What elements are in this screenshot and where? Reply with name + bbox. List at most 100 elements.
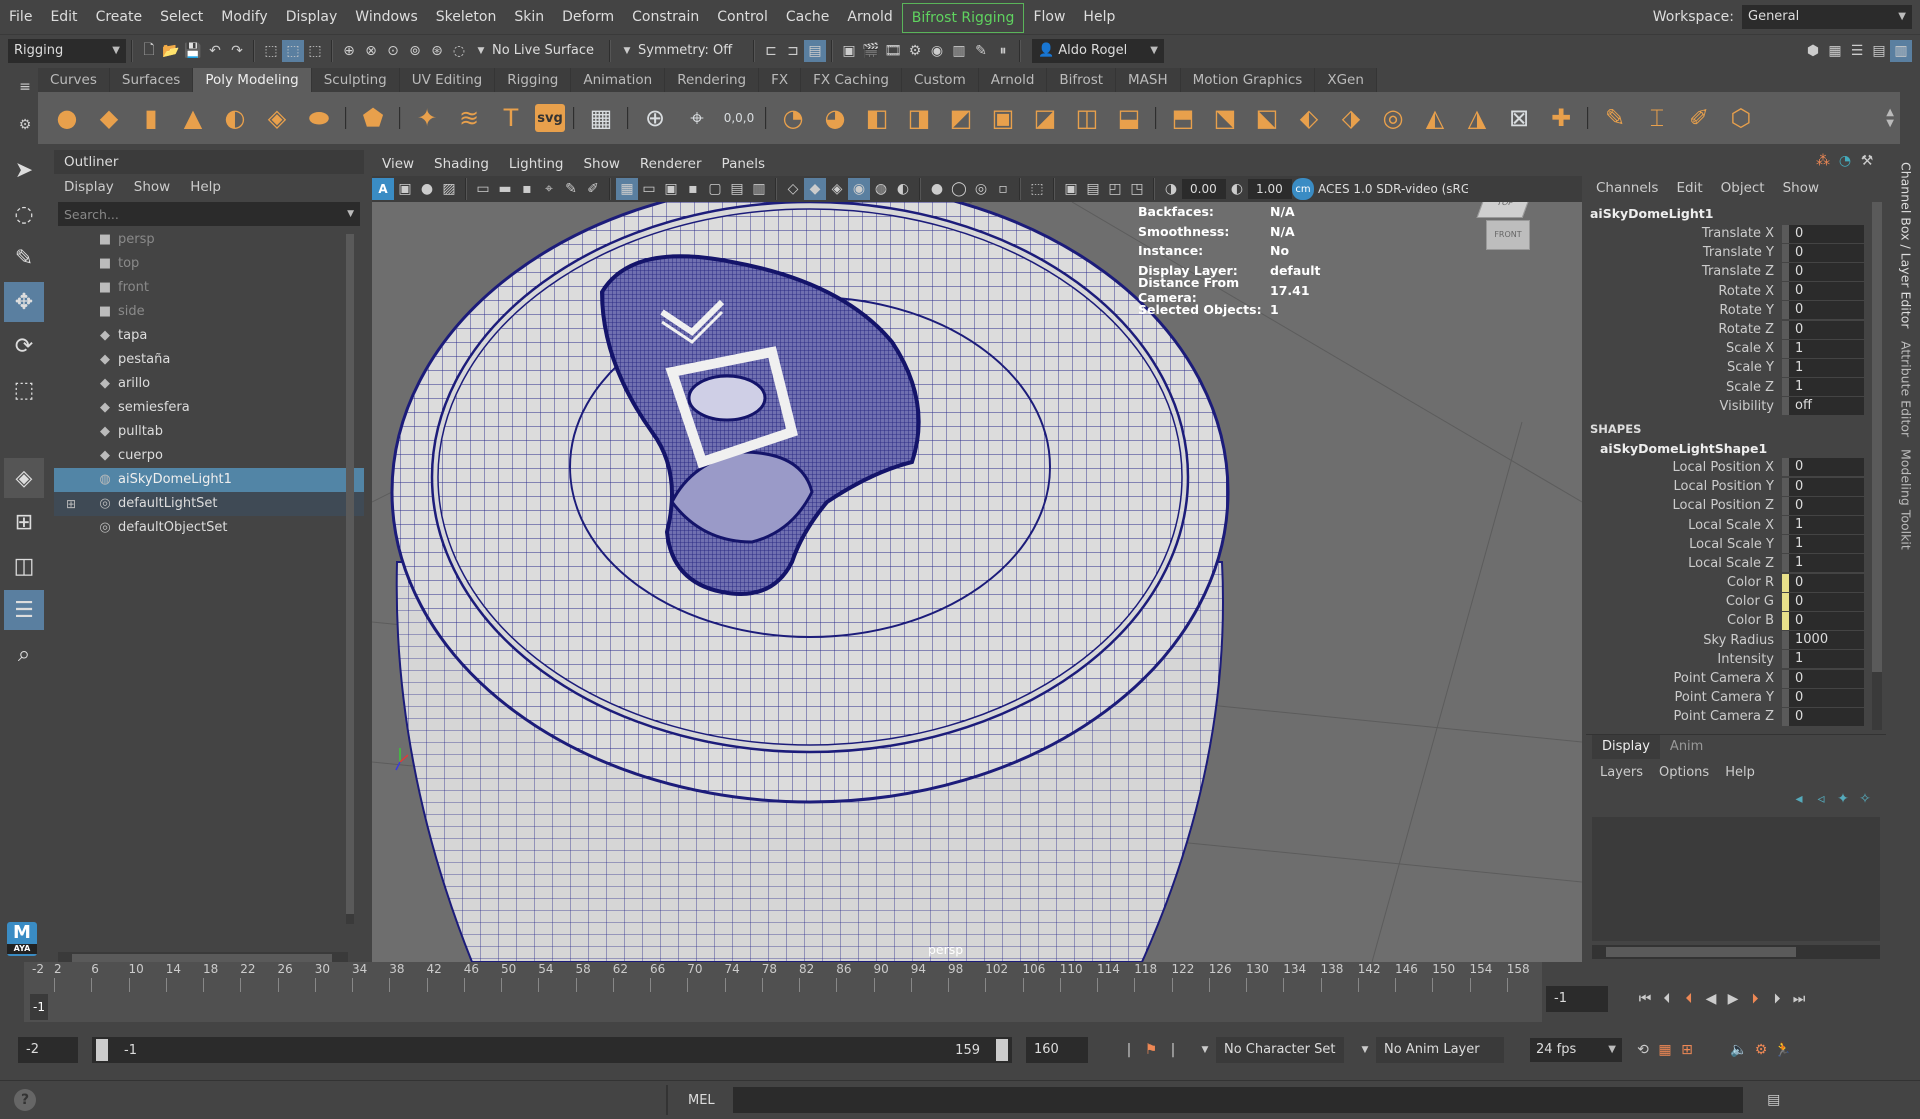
menu-skeleton[interactable]: Skeleton	[427, 0, 506, 34]
mel-label[interactable]: MEL	[688, 1093, 715, 1108]
isolate-icon[interactable]: ●	[926, 178, 948, 200]
outliner-item[interactable]: ◆ pulltab	[54, 420, 364, 444]
sweep-mesh-icon[interactable]: ≋	[451, 100, 487, 136]
fps-dropdown[interactable]: 24 fps ▼	[1530, 1038, 1622, 1062]
shelf-tab-mash[interactable]: MASH	[1116, 68, 1181, 92]
motion-blur-icon[interactable]: ◐	[892, 178, 914, 200]
channel-row[interactable]: Point Camera Z 0	[1586, 707, 1886, 726]
open-scene-icon[interactable]: 📂	[160, 40, 182, 62]
channel-row[interactable]: Visibility off	[1586, 397, 1886, 416]
collapse-icon[interactable]: ◭	[1417, 100, 1453, 136]
script-editor-icon[interactable]: ▤	[1763, 1089, 1785, 1111]
channel-value[interactable]: 1	[1789, 378, 1864, 397]
scroll-thumb[interactable]	[1872, 202, 1882, 672]
channel-value[interactable]: 1	[1789, 339, 1864, 358]
shelf-tab-rendering[interactable]: Rendering	[665, 68, 760, 92]
nav-icon[interactable]: ◰	[1104, 178, 1126, 200]
scroll-thumb[interactable]	[1606, 947, 1796, 957]
channel-value[interactable]: 1000	[1789, 631, 1864, 650]
gamma-icon[interactable]: ◐	[1226, 178, 1248, 200]
new-scene-icon[interactable]: 🗋	[138, 40, 160, 62]
chevron-down-icon[interactable]: ▼	[347, 209, 354, 219]
shelf-tab-poly-modeling[interactable]: Poly Modeling	[193, 68, 312, 92]
channel-value[interactable]: 0	[1789, 688, 1864, 707]
new-layer-selected-icon[interactable]: ✧	[1854, 788, 1876, 810]
tab-attribute-editor[interactable]: Attribute Editor	[1899, 341, 1914, 437]
workspace-dropdown[interactable]: General ▼	[1742, 5, 1912, 29]
outliner-menu-help[interactable]: Help	[180, 174, 231, 200]
snap-live-icon[interactable]: ◌	[448, 40, 470, 62]
character-run-icon[interactable]: 🏃	[1772, 1039, 1794, 1061]
layer-menu-layers[interactable]: Layers	[1600, 765, 1643, 780]
channel-row[interactable]: Color R 0	[1586, 573, 1886, 592]
delete-history-icon[interactable]: ⌖	[679, 100, 715, 136]
outliner-item[interactable]: ◍ aiSkyDomeLight1	[54, 468, 364, 492]
quad-draw-icon[interactable]: ⊠	[1501, 100, 1537, 136]
expand-icon[interactable]: ⊞	[66, 492, 76, 516]
menu-edit[interactable]: Edit	[41, 0, 86, 34]
output-ops-icon[interactable]: ▤	[804, 39, 826, 62]
menu-control[interactable]: Control	[708, 0, 777, 34]
separate-icon[interactable]: ◕	[817, 100, 853, 136]
channel-row[interactable]: Local Position Y 0	[1586, 477, 1886, 496]
fill-hole-icon[interactable]: ⬖	[1291, 100, 1327, 136]
chevron-down-icon[interactable]: ▼	[1194, 1039, 1216, 1061]
pause-icon[interactable]: ⏸	[992, 40, 1014, 62]
layer-tab-display[interactable]: Display	[1592, 735, 1660, 759]
layer-hscrollbar[interactable]	[1592, 945, 1880, 959]
textured-cube-icon[interactable]: ◆	[804, 178, 826, 200]
retopologize-icon[interactable]: ◪	[1027, 100, 1063, 136]
layer-menu-help[interactable]: Help	[1725, 765, 1755, 780]
snap-point-icon[interactable]: ⊙	[382, 40, 404, 62]
scale-tool-icon[interactable]: ⬚	[4, 370, 44, 410]
menu-flow[interactable]: Flow	[1024, 0, 1074, 34]
frame-icon[interactable]: ◳	[1126, 178, 1148, 200]
poly-platonic-icon[interactable]: ⬟	[355, 100, 391, 136]
select-object-icon[interactable]: ⬚	[282, 39, 304, 62]
attribute-icon[interactable]: ◔	[1834, 150, 1856, 172]
channel-value[interactable]: 0	[1789, 458, 1864, 477]
xray-icon[interactable]: ▥	[748, 178, 770, 200]
shelf-tab-xgen[interactable]: XGen	[1315, 68, 1377, 92]
gamma-field[interactable]: 1.00	[1248, 179, 1292, 199]
channel-value[interactable]: 0	[1789, 707, 1864, 726]
loop-icon[interactable]: ⟲	[1632, 1039, 1654, 1061]
channel-value[interactable]: 0	[1789, 282, 1864, 301]
shelf-tab-sculpting[interactable]: Sculpting	[311, 68, 400, 92]
channel-row[interactable]: Point Camera X 0	[1586, 669, 1886, 688]
viewport-menu-show[interactable]: Show	[573, 152, 629, 176]
channel-row[interactable]: Rotate X 0	[1586, 282, 1886, 301]
menu-help[interactable]: Help	[1074, 0, 1124, 34]
channel-value[interactable]: 1	[1789, 554, 1864, 573]
node-name[interactable]: aiSkyDomeLight1	[1586, 204, 1886, 224]
channel-row[interactable]: Intensity 1	[1586, 650, 1886, 669]
attribute-editor-icon[interactable]: ☰	[1846, 40, 1868, 62]
gate-mask-icon[interactable]: ▪	[516, 178, 538, 200]
go-to-end-icon[interactable]: ⏭	[1788, 988, 1810, 1010]
layer-tab-anim[interactable]: Anim	[1660, 735, 1713, 759]
channel-value[interactable]: 0	[1789, 224, 1864, 243]
remesh-icon[interactable]: ◫	[1069, 100, 1105, 136]
move-layer-down-icon[interactable]: ◃	[1810, 788, 1832, 810]
bookmark-icon[interactable]: ●	[416, 178, 438, 200]
extract-icon[interactable]: ▣	[985, 100, 1021, 136]
channel-row[interactable]: Local Position X 0	[1586, 458, 1886, 477]
shelf-scroll-icon[interactable]: ▲ ▼	[1886, 107, 1894, 129]
bridge-edge-icon[interactable]: ◮	[1459, 100, 1495, 136]
sidebar-toggle-icon[interactable]: ⬢	[1802, 40, 1824, 62]
outliner-menu-display[interactable]: Display	[54, 174, 124, 200]
freeze-transforms-icon[interactable]: 0,0,0	[721, 100, 757, 136]
paint-select-icon[interactable]: ✎	[4, 238, 44, 278]
exposure-icon[interactable]: ◑	[1160, 178, 1182, 200]
shape-node-name[interactable]: aiSkyDomeLightShape1	[1586, 440, 1886, 458]
view-cube-front[interactable]: FRONT	[1486, 220, 1530, 250]
boolean-icon[interactable]: ◨	[901, 100, 937, 136]
shelf-tab-motion-graphics[interactable]: Motion Graphics	[1180, 68, 1316, 92]
range-start-handle[interactable]	[96, 1039, 108, 1061]
channel-row[interactable]: Scale Y 1	[1586, 358, 1886, 377]
shelf-tab-bifrost[interactable]: Bifrost	[1047, 68, 1117, 92]
channel-row[interactable]: Local Scale Z 1	[1586, 554, 1886, 573]
shadows-icon[interactable]: ◉	[848, 178, 870, 200]
smooth-shade-icon[interactable]: ▣	[660, 178, 682, 200]
channel-row[interactable]: Local Scale Y 1	[1586, 535, 1886, 554]
